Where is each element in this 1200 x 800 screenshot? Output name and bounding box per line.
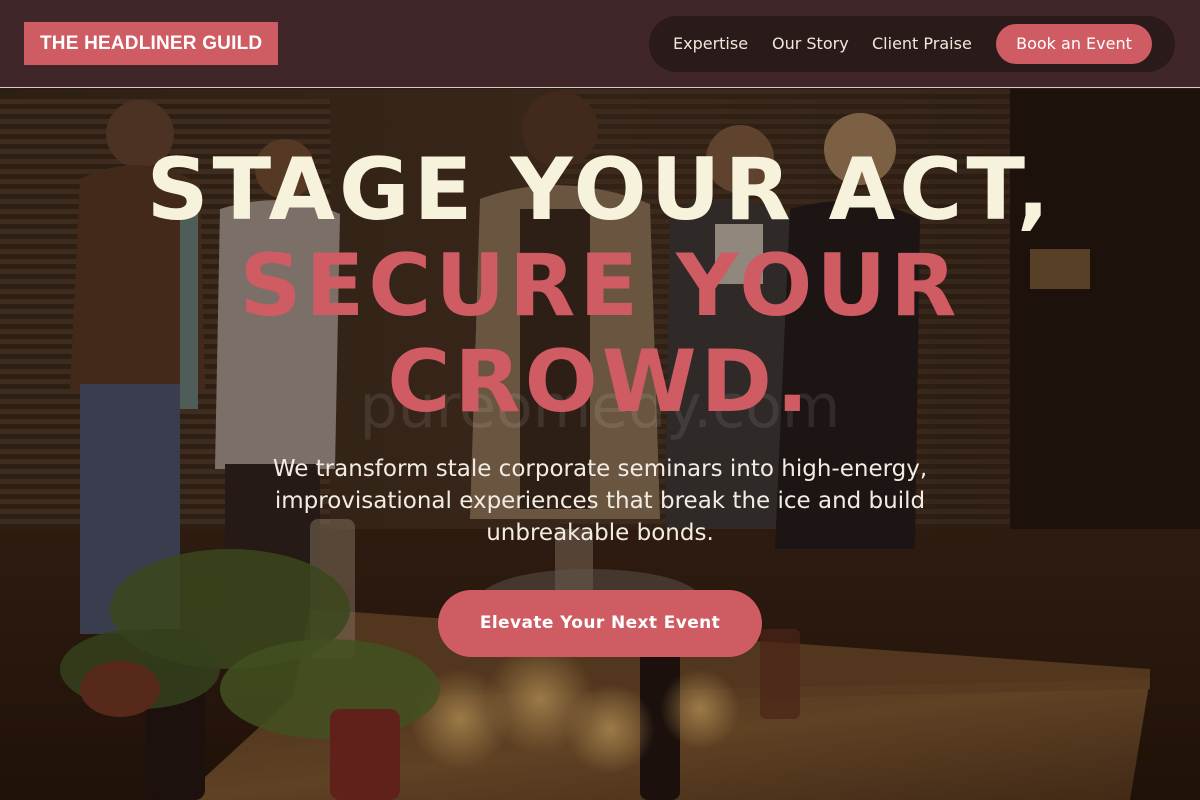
main-nav: Expertise Our Story Client Praise Book a… (649, 16, 1175, 72)
site-header: THE HEADLINER GUILD Expertise Our Story … (0, 0, 1200, 88)
hero-headline: STAGE YOUR ACT, SECURE YOUR CROWD. (0, 142, 1200, 430)
headline-line-1: STAGE YOUR ACT, (146, 140, 1054, 240)
elevate-event-button[interactable]: Elevate Your Next Event (438, 590, 762, 657)
headline-line-2: SECURE YOUR (239, 236, 961, 336)
page: THE HEADLINER GUILD Expertise Our Story … (0, 0, 1200, 800)
brand-logo[interactable]: THE HEADLINER GUILD (24, 22, 279, 65)
nav-link-client-praise[interactable]: Client Praise (872, 16, 972, 72)
nav-link-our-story[interactable]: Our Story (772, 16, 849, 72)
hero-subtitle: We transform stale corporate seminars in… (272, 456, 928, 546)
book-event-button[interactable]: Book an Event (996, 24, 1152, 64)
headline-line-3: CROWD. (387, 332, 813, 432)
nav-link-expertise[interactable]: Expertise (673, 16, 748, 72)
